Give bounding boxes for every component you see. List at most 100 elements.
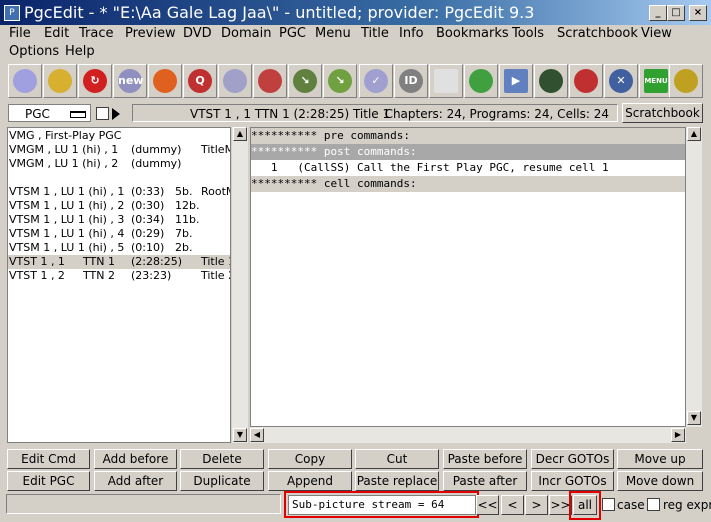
toolbar-button-film-cut[interactable]: ✕ xyxy=(604,64,638,98)
scroll-up-icon[interactable]: ▲ xyxy=(233,127,247,141)
append-button[interactable]: Append xyxy=(268,471,352,491)
toolbar-button-film-reel[interactable] xyxy=(534,64,568,98)
command-vscrollbar[interactable]: ▲ ▼ xyxy=(686,127,702,427)
delete-button[interactable]: Delete xyxy=(180,449,264,469)
toolbar-button-new-disc[interactable]: new xyxy=(113,64,147,98)
paste-before-button[interactable]: Paste before xyxy=(443,449,527,469)
toolbar-button-discs[interactable] xyxy=(218,64,252,98)
status-checkbox[interactable] xyxy=(96,107,109,120)
pgc-list-item[interactable]: VTSM 1 , LU 1 (hi) , 3 (0:34) 11b. xyxy=(8,213,230,227)
command-line[interactable]: ********** cell commands: xyxy=(251,176,685,192)
edit-pgc-button[interactable]: Edit PGC xyxy=(7,471,90,491)
cmd-scroll-right-icon[interactable]: ▶ xyxy=(671,428,685,442)
menu-dvd[interactable]: DVD xyxy=(183,26,212,41)
command-line[interactable]: ********** pre commands: xyxy=(251,128,685,144)
case-checkbox[interactable] xyxy=(602,498,615,511)
new-disc-icon: new xyxy=(118,69,143,93)
toolbar-button-open-disc[interactable] xyxy=(8,64,42,98)
cmd-scroll-down-icon[interactable]: ▼ xyxy=(687,411,701,425)
toolbar-button-calendar[interactable]: ▶ xyxy=(499,64,533,98)
toolbar-button-flame[interactable] xyxy=(148,64,182,98)
pgc-list-cell: (0:34) xyxy=(131,213,165,226)
move-down-button[interactable]: Move down xyxy=(617,471,703,491)
add-after-button[interactable]: Add after xyxy=(94,471,177,491)
regex-checkbox[interactable] xyxy=(647,498,660,511)
edit-cmd-button[interactable]: Edit Cmd xyxy=(7,449,90,469)
domain-select[interactable]: PGC xyxy=(8,104,91,122)
toolbar-button-reload[interactable]: ↻ xyxy=(78,64,112,98)
menu-title[interactable]: Title xyxy=(361,26,389,41)
toolbar-button-open-folder[interactable] xyxy=(43,64,77,98)
toolbar-button-chain[interactable] xyxy=(669,64,703,98)
toolbar-button-globe[interactable] xyxy=(464,64,498,98)
search-prev-button[interactable]: < xyxy=(501,495,524,515)
toolbar-button-disc-check[interactable]: ✓ xyxy=(359,64,393,98)
pgc-list-item[interactable] xyxy=(8,171,230,185)
search-next-button[interactable]: > xyxy=(525,495,548,515)
pgc-list-cell: VTSM 1 , LU 1 (hi) , 5 xyxy=(9,241,125,254)
toolbar-button-green-arrow-2[interactable]: ↘ xyxy=(323,64,357,98)
incr-gotos-button[interactable]: Incr GOTOs xyxy=(531,471,614,491)
paste-after-button[interactable]: Paste after xyxy=(443,471,527,491)
duplicate-button[interactable]: Duplicate xyxy=(180,471,264,491)
chain-list-icon xyxy=(574,69,598,93)
pgc-list-item[interactable]: VMGM , LU 1 (hi) , 2 (dummy) xyxy=(8,157,230,171)
pgc-list-cell: VMG , First-Play PGC xyxy=(9,129,122,142)
menu-tools[interactable]: Tools xyxy=(512,26,544,41)
add-before-button[interactable]: Add before xyxy=(94,449,177,469)
paste-replace-button[interactable]: Paste replace xyxy=(355,471,439,491)
pgc-list-item[interactable]: VTSM 1 , LU 1 (hi) , 1 (0:33) 5b. RootM xyxy=(8,185,230,199)
cmd-scroll-left-icon[interactable]: ◀ xyxy=(250,428,264,442)
menu-scratchbook[interactable]: Scratchbook xyxy=(557,26,638,41)
play-icon[interactable] xyxy=(112,108,120,120)
command-line[interactable]: ********** post commands: xyxy=(251,144,685,160)
reload-icon: ↻ xyxy=(83,69,107,93)
menu-trace[interactable]: Trace xyxy=(79,26,114,41)
move-up-button[interactable]: Move up xyxy=(617,449,703,469)
pgc-list-cell: (0:30) xyxy=(131,199,165,212)
menu-preview[interactable]: Preview xyxy=(125,26,176,41)
menu-options[interactable]: Options xyxy=(9,44,59,59)
menu-bookmarks[interactable]: Bookmarks xyxy=(436,26,509,41)
pgc-list-item[interactable]: VTSM 1 , LU 1 (hi) , 5 (0:10) 2b. xyxy=(8,241,230,255)
minimize-button[interactable]: _ xyxy=(649,5,667,21)
command-line[interactable]: 1 (CallSS) Call the First Play PGC, resu… xyxy=(251,160,685,176)
search-first-button[interactable]: << xyxy=(476,495,499,515)
toolbar-button-green-arrow[interactable]: ↘ xyxy=(288,64,322,98)
menu-menu[interactable]: Menu xyxy=(315,26,351,41)
pgc-list-item[interactable]: VTSM 1 , LU 1 (hi) , 2 (0:30) 12b. xyxy=(8,199,230,213)
pgc-list-scrollbar[interactable]: ▲ ▼ xyxy=(232,127,248,443)
menu-view[interactable]: View xyxy=(641,26,672,41)
pgc-list-item[interactable]: VTST 1 , 2 TTN 2 (23:23) Title 2 xyxy=(8,269,230,283)
menu-domain[interactable]: Domain xyxy=(221,26,271,41)
pgc-list-cell: 5b. xyxy=(175,185,193,198)
pgc-list-item[interactable]: VTST 1 , 1 TTN 1 (2:28:25) Title 1 xyxy=(8,255,230,269)
scratchbook-button[interactable]: Scratchbook xyxy=(622,103,703,123)
pgc-list-item[interactable]: VTSM 1 , LU 1 (hi) , 4 (0:29) 7b. xyxy=(8,227,230,241)
toolbar-button-disc-id[interactable]: ID xyxy=(394,64,428,98)
toolbar-button-chain-list[interactable] xyxy=(569,64,603,98)
menu-file[interactable]: File xyxy=(9,26,31,41)
scroll-down-icon[interactable]: ▼ xyxy=(233,428,247,442)
menu-help[interactable]: Help xyxy=(65,44,95,59)
cmd-scroll-up-icon[interactable]: ▲ xyxy=(687,127,701,141)
maximize-button[interactable]: □ xyxy=(667,5,685,21)
pgc-list-cell: (dummy) xyxy=(131,157,182,170)
close-button[interactable]: × xyxy=(689,5,707,21)
command-hscrollbar[interactable]: ◀ ▶ xyxy=(250,427,686,443)
menu-info[interactable]: Info xyxy=(399,26,424,41)
menu-pgc[interactable]: PGC xyxy=(279,26,306,41)
copy-button[interactable]: Copy xyxy=(268,449,352,469)
decr-gotos-button[interactable]: Decr GOTOs xyxy=(531,449,614,469)
toolbar-button-document[interactable] xyxy=(429,64,463,98)
pgc-list-item[interactable]: VMG , First-Play PGC xyxy=(8,129,230,143)
current-pgc-status: VTST 1 , 1 TTN 1 (2:28:25) Title 1 Chapt… xyxy=(132,104,618,122)
toolbar-button-zoom[interactable]: Q xyxy=(183,64,217,98)
toolbar-button-menu[interactable]: MENU xyxy=(639,64,673,98)
menu-edit[interactable]: Edit xyxy=(44,26,69,41)
command-pane[interactable]: ********** pre commands: ********** post … xyxy=(250,127,686,427)
case-label: case xyxy=(617,498,645,512)
pgc-list-item[interactable]: VMGM , LU 1 (hi) , 1 (dummy) TitleM xyxy=(8,143,230,157)
cut-button[interactable]: Cut xyxy=(355,449,439,469)
toolbar-button-disc-tools[interactable] xyxy=(253,64,287,98)
